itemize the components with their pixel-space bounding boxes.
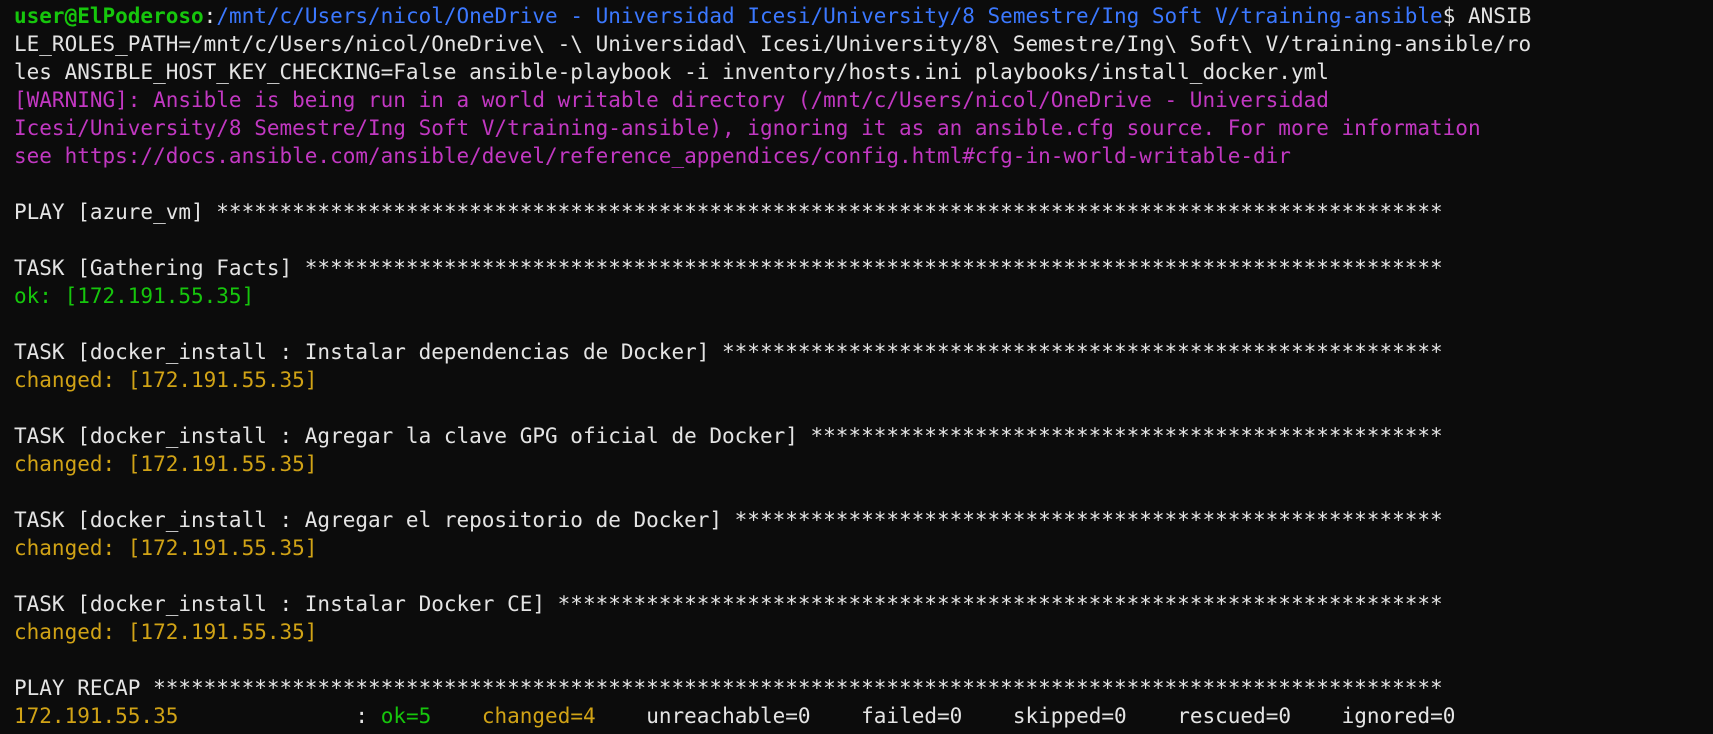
command-line: les ANSIBLE_HOST_KEY_CHECKING=False ansi… xyxy=(14,60,1329,84)
task-header: TASK [docker_install : Instalar Docker C… xyxy=(14,592,1443,616)
prompt-line: user@ElPoderoso:/mnt/c/Users/nicol/OneDr… xyxy=(14,2,1713,30)
task-result-changed: changed: [172.191.55.35] xyxy=(14,536,318,560)
command-line: LE_ROLES_PATH=/mnt/c/Users/nicol/OneDriv… xyxy=(14,32,1532,56)
recap-ok-count: ok=5 xyxy=(380,704,432,728)
task-result-changed: changed: [172.191.55.35] xyxy=(14,368,318,392)
prompt-path: /mnt/c/Users/nicol/OneDrive - Universida… xyxy=(216,4,1443,28)
task-result-changed: changed: [172.191.55.35] xyxy=(14,620,318,644)
recap-changed-count: changed=4 xyxy=(481,704,596,728)
prompt-user: user@ElPoderoso xyxy=(14,4,204,28)
warning-line: see https://docs.ansible.com/ansible/dev… xyxy=(14,144,1291,168)
recap-other-counts: unreachable=0 failed=0 skipped=0 rescued… xyxy=(595,704,1456,728)
play-header: PLAY [azure_vm] ************************… xyxy=(14,200,1443,224)
recap-host: 172.191.55.35 xyxy=(14,704,179,728)
task-header: TASK [docker_install : Instalar dependen… xyxy=(14,340,1443,364)
recap-colon: : xyxy=(355,704,381,728)
warning-line: Icesi/University/8 Semestre/Ing Soft V/t… xyxy=(14,116,1481,140)
task-header: TASK [docker_install : Agregar el reposi… xyxy=(14,508,1443,532)
recap-header: PLAY RECAP *****************************… xyxy=(14,676,1443,700)
prompt-separator: : xyxy=(203,4,217,28)
recap-gap xyxy=(431,704,482,728)
warning-line: [WARNING]: Ansible is being run in a wor… xyxy=(14,88,1329,112)
task-result-ok: ok: [172.191.55.35] xyxy=(14,284,255,308)
task-header: TASK [Gathering Facts] *****************… xyxy=(14,256,1443,280)
task-header: TASK [docker_install : Agregar la clave … xyxy=(14,424,1443,448)
prompt-symbol: $ xyxy=(1442,4,1468,28)
task-result-changed: changed: [172.191.55.35] xyxy=(14,452,318,476)
recap-row: 172.191.55.35 : ok=5 changed=4 unreachab… xyxy=(14,702,1713,730)
command-text: ANSIB xyxy=(1468,4,1532,28)
terminal-window[interactable]: user@ElPoderoso:/mnt/c/Users/nicol/OneDr… xyxy=(0,0,1713,734)
recap-host-padding xyxy=(178,704,355,728)
